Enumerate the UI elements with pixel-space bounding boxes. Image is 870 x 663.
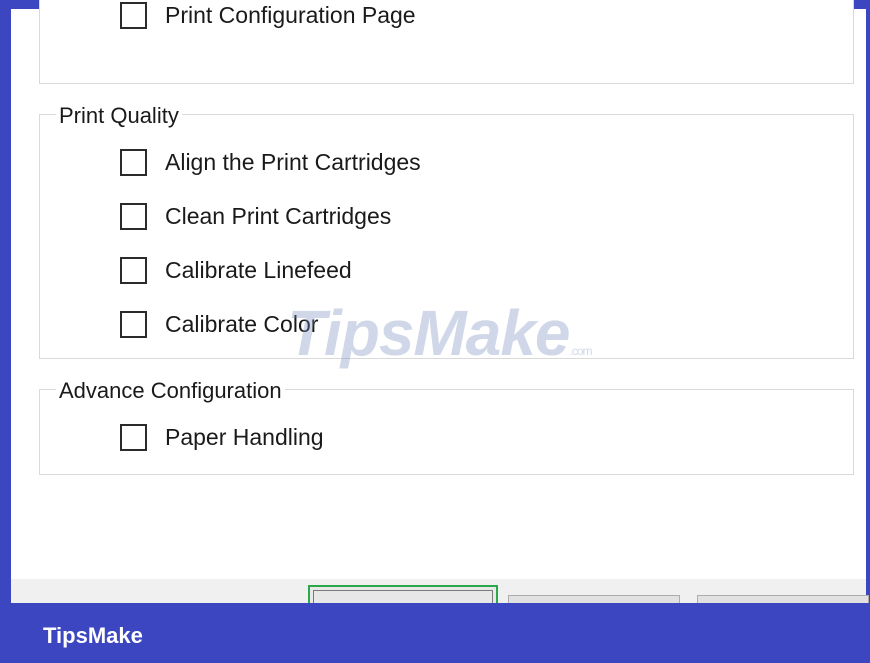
option-calibrate-linefeed[interactable]: Calibrate Linefeed <box>120 257 352 284</box>
option-label: Calibrate Linefeed <box>165 257 352 283</box>
print-quality-legend: Print Quality <box>56 104 182 128</box>
brand-logo-text: TipsMake <box>43 623 143 648</box>
top-options-group: Print Configuration Page <box>39 0 854 84</box>
option-align-print-cartridges[interactable]: Align the Print Cartridges <box>120 149 421 176</box>
option-paper-handling[interactable]: Paper Handling <box>120 424 324 451</box>
checkbox[interactable] <box>120 424 147 451</box>
frame-left-border <box>0 0 11 663</box>
option-label: Align the Print Cartridges <box>165 149 421 175</box>
option-calibrate-color[interactable]: Calibrate Color <box>120 311 318 338</box>
checkbox[interactable] <box>120 149 147 176</box>
option-label: Paper Handling <box>165 424 324 450</box>
option-print-configuration-page[interactable]: Print Configuration Page <box>120 2 416 29</box>
checkbox[interactable] <box>120 203 147 230</box>
advance-configuration-legend: Advance Configuration <box>56 379 285 403</box>
frame-right-border <box>866 0 870 663</box>
option-label: Print Configuration Page <box>165 2 416 28</box>
option-clean-print-cartridges[interactable]: Clean Print Cartridges <box>120 203 391 230</box>
checkbox[interactable] <box>120 311 147 338</box>
print-quality-group: Print Quality Align the Print Cartridges… <box>39 104 854 359</box>
advance-configuration-group: Advance Configuration Paper Handling <box>39 379 854 475</box>
brand-footer-bar: TipsMake <box>11 603 870 663</box>
option-label: Calibrate Color <box>165 311 319 337</box>
dialog-button-bar <box>11 579 869 625</box>
option-label: Clean Print Cartridges <box>165 203 392 229</box>
checkbox[interactable] <box>120 2 147 29</box>
printer-maintenance-dialog: Print Configuration Page Print Quality A… <box>11 0 866 579</box>
checkbox[interactable] <box>120 257 147 284</box>
